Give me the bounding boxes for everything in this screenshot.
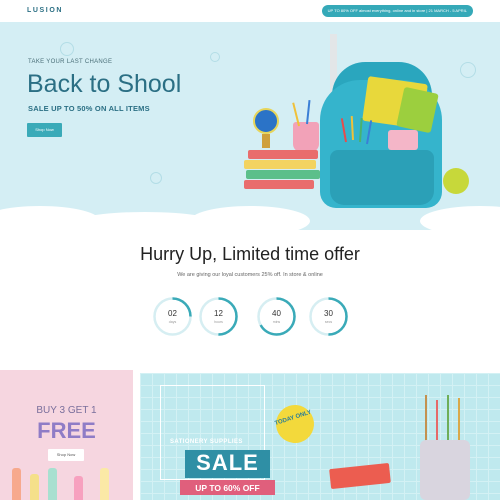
doodle-circle-icon: [210, 52, 220, 62]
cloud-shape: [190, 206, 310, 230]
countdown-hours: 12 hours: [198, 296, 239, 337]
countdown-value: 30: [324, 309, 333, 318]
hero-kicker: TAKE YOUR LAST CHANGE: [28, 59, 113, 65]
countdown-value: 02: [168, 309, 177, 318]
countdown-unit: mins: [272, 320, 281, 324]
calculator-image: [388, 130, 418, 150]
highlighter-image: [74, 476, 83, 500]
promo-banner: UP TO 80% OFF almost everything, online …: [321, 5, 473, 17]
apple-image: [443, 168, 469, 194]
countdown-value: 40: [272, 309, 281, 318]
globe-stand-image: [262, 134, 270, 148]
countdown-mins: 40 mins: [256, 296, 297, 337]
countdown-value: 12: [214, 309, 223, 318]
globe-image: [253, 108, 279, 134]
doodle-circle-icon: [60, 42, 74, 56]
sale-ribbon-text: UP TO 60% OFF: [195, 483, 260, 493]
brush-jar-image: [420, 440, 470, 500]
promo-card-line1: BUY 3 GET 1: [36, 405, 97, 416]
hero-title: Back to Shool: [27, 70, 182, 98]
countdown-unit: secs: [324, 320, 333, 324]
sale-kicker: SATIONERY SUPPLIES: [170, 439, 243, 445]
hero-shop-now-button[interactable]: Shop Now: [27, 123, 62, 137]
offer-title: Hurry Up, Limited time offer: [140, 244, 360, 264]
countdown-secs: 30 secs: [308, 296, 349, 337]
countdown-unit: hours: [214, 320, 223, 324]
book-stack-image: [244, 150, 320, 189]
countdown-unit: days: [168, 320, 177, 324]
promo-card-shop-now-button[interactable]: Shop Now: [48, 449, 84, 461]
highlighter-image: [100, 468, 109, 500]
hero-subtitle: SALE UP TO 50% ON ALL ITEMS: [28, 104, 150, 113]
top-bar: LUSION UP TO 80% OFF almost everything, …: [0, 0, 500, 22]
highlighter-image: [48, 468, 57, 500]
promo-card-line2: FREE: [37, 418, 96, 443]
site-logo[interactable]: LUSION: [27, 7, 63, 14]
backpack-pocket-image: [330, 150, 434, 205]
pencil-cup-image: [293, 122, 319, 152]
offer-subtitle: We are giving our loyal customers 25% of…: [177, 272, 323, 278]
highlighter-image: [12, 468, 21, 500]
countdown-days: 02 days: [152, 296, 193, 337]
doodle-circle-icon: [460, 62, 476, 78]
cloud-shape: [420, 206, 500, 230]
highlighter-image: [30, 474, 39, 500]
doodle-circle-icon: [150, 172, 162, 184]
sale-title: SALE: [196, 450, 259, 475]
badge-text: TODAY ONLY: [274, 409, 313, 428]
